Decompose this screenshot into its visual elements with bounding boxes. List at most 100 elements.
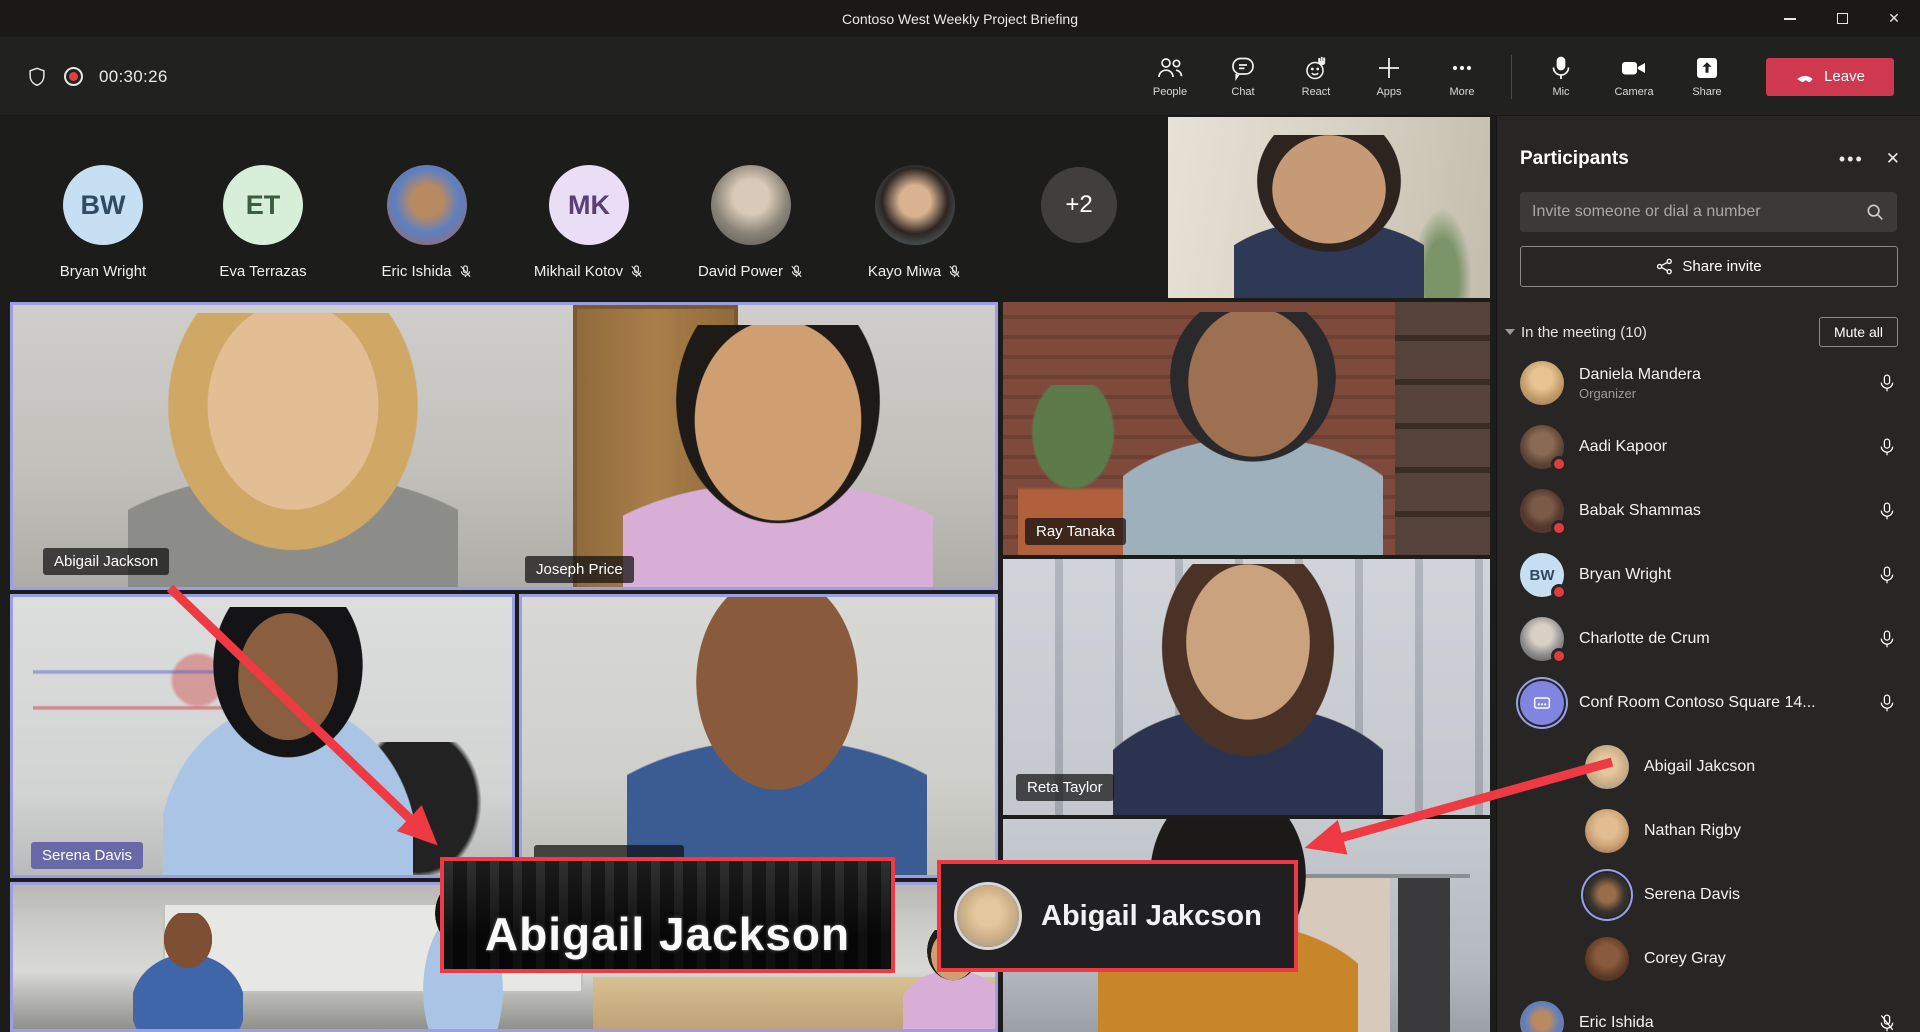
avatar: [875, 165, 955, 245]
close-button[interactable]: ✕: [1868, 0, 1920, 37]
camera-label: Camera: [1614, 86, 1653, 98]
mic-muted-icon: [458, 264, 473, 279]
meeting-toolbar: 00:30:26 People Chat React Apps More Mic: [0, 37, 1920, 116]
mic-muted-icon: [629, 264, 644, 279]
chat-label: Chat: [1231, 86, 1254, 98]
invite-search-box[interactable]: [1520, 192, 1897, 232]
strip-participant-kayo-miwa[interactable]: Kayo Miwa: [835, 165, 995, 280]
shield-icon: [26, 65, 48, 89]
video-tile-ray-tanaka[interactable]: Ray Tanaka: [1003, 302, 1490, 555]
strip-participant-david-power[interactable]: David Power: [671, 165, 831, 280]
participant-name: Daniela Mandera: [1579, 366, 1701, 383]
video-tile-man-blue-shirt[interactable]: [519, 594, 998, 878]
mic-label: Mic: [1552, 86, 1569, 98]
strip-participant-mikhail-kotov[interactable]: MK Mikhail Kotov: [509, 165, 669, 280]
mute-all-button[interactable]: Mute all: [1819, 317, 1898, 347]
participant-row-babak-shammas[interactable]: Babak Shammas: [1497, 479, 1920, 543]
participants-panel: Participants ••• ✕ Share invite In the m…: [1496, 116, 1920, 1032]
callout-avatar: [957, 885, 1019, 947]
maximize-button[interactable]: [1816, 0, 1868, 37]
panel-close-icon[interactable]: ✕: [1886, 149, 1900, 169]
chat-button[interactable]: Chat: [1211, 55, 1275, 98]
panel-more-options-icon[interactable]: •••: [1839, 149, 1864, 170]
maximize-icon: [1837, 13, 1848, 24]
participants-list: Daniela Mandera Organizer Aadi Kapoor Ba…: [1497, 351, 1920, 1032]
apps-button[interactable]: Apps: [1357, 55, 1421, 98]
leave-label: Leave: [1824, 68, 1865, 85]
share-icon: [1694, 55, 1720, 81]
minimize-button[interactable]: [1764, 0, 1816, 37]
mic-muted-icon[interactable]: [1878, 1012, 1896, 1032]
participant-row-bryan-wright[interactable]: BW Bryan Wright: [1497, 543, 1920, 607]
participant-row-conf-room[interactable]: Conf Room Contoso Square 14...: [1497, 671, 1920, 735]
mic-icon[interactable]: [1878, 564, 1896, 586]
participant-name: Corey Gray: [1644, 950, 1726, 967]
more-button[interactable]: More: [1430, 55, 1494, 98]
participant-row-charlotte-de-crum[interactable]: Charlotte de Crum: [1497, 607, 1920, 671]
leave-button[interactable]: Leave: [1766, 58, 1894, 96]
avatar: [1520, 361, 1564, 405]
avatar: [1520, 1001, 1564, 1032]
conf-room-icon: [1520, 681, 1564, 725]
window-controls: ✕: [1764, 0, 1920, 37]
strip-name: Kayo Miwa: [868, 263, 941, 280]
share-button[interactable]: Share: [1675, 55, 1739, 98]
person-silhouette: [627, 594, 927, 878]
callout-video-label-text: Abigail Jackson: [485, 907, 850, 961]
video-tile-conf-room-closeup[interactable]: Abigail Jackson Joseph Price: [10, 302, 998, 590]
minimize-icon: [1784, 18, 1796, 20]
mic-icon[interactable]: [1878, 628, 1896, 650]
avatar: BW: [63, 165, 143, 245]
people-label: People: [1153, 86, 1187, 98]
chat-icon: [1230, 55, 1256, 81]
participant-role: Organizer: [1579, 386, 1861, 401]
person-silhouette-abigail: [128, 313, 458, 590]
participant-name: Bryan Wright: [1579, 566, 1671, 583]
strip-participant-bryan-wright[interactable]: BW Bryan Wright: [23, 165, 183, 280]
participant-row-aadi-kapoor[interactable]: Aadi Kapoor: [1497, 415, 1920, 479]
share-invite-button[interactable]: Share invite: [1520, 246, 1898, 287]
close-icon: ✕: [1888, 10, 1900, 27]
react-button[interactable]: React: [1284, 55, 1348, 98]
participant-row-serena-davis[interactable]: Serena Davis: [1497, 863, 1920, 927]
strip-participant-eva-terrazas[interactable]: ET Eva Terrazas: [183, 165, 343, 280]
mic-icon[interactable]: [1878, 436, 1896, 458]
presence-busy-dot: [1551, 520, 1567, 536]
in-meeting-count: In the meeting (10): [1521, 324, 1819, 341]
recording-icon: [64, 67, 83, 86]
participant-name: Aadi Kapoor: [1579, 438, 1667, 455]
participant-name: Serena Davis: [1644, 886, 1740, 903]
people-button[interactable]: People: [1138, 55, 1202, 98]
strip-participant-eric-ishida[interactable]: Eric Ishida: [347, 165, 507, 280]
callout-roster-label-text: Abigail Jakcson: [1041, 900, 1262, 933]
avatar: [1585, 745, 1629, 789]
mic-muted-icon: [789, 264, 804, 279]
in-meeting-section-header[interactable]: In the meeting (10) Mute all: [1497, 317, 1920, 347]
video-tile-reta-taylor[interactable]: Reta Taylor: [1003, 559, 1490, 815]
invite-search-input[interactable]: [1532, 203, 1865, 221]
meeting-timer: 00:30:26: [99, 67, 168, 87]
avatar: [1585, 809, 1629, 853]
toolbar-divider: [1511, 55, 1512, 99]
overflow-participants-badge[interactable]: +2: [1041, 167, 1117, 243]
video-tile-unlabeled-woman[interactable]: [1168, 117, 1490, 298]
participant-row-daniela-mandera[interactable]: Daniela Mandera Organizer: [1497, 351, 1920, 415]
mic-icon[interactable]: [1878, 692, 1896, 714]
mic-icon[interactable]: [1878, 372, 1896, 394]
video-name-label-serena-davis: Serena Davis: [31, 842, 143, 869]
participant-name: Conf Room Contoso Square 14...: [1579, 694, 1816, 711]
video-tile-serena-davis[interactable]: Serena Davis: [10, 594, 515, 878]
avatar: [387, 165, 467, 245]
people-icon: [1156, 55, 1184, 81]
video-name-label-reta-taylor: Reta Taylor: [1016, 774, 1114, 801]
participant-row-abigail-jakcson[interactable]: Abigail Jakcson: [1497, 735, 1920, 799]
person-silhouette-ray: [1123, 312, 1383, 555]
camera-button[interactable]: Camera: [1602, 55, 1666, 98]
participant-row-corey-gray[interactable]: Corey Gray: [1497, 927, 1920, 991]
mic-icon[interactable]: [1878, 500, 1896, 522]
participant-row-eric-ishida[interactable]: Eric Ishida: [1497, 991, 1920, 1032]
participant-row-nathan-rigby[interactable]: Nathan Rigby: [1497, 799, 1920, 863]
mic-button[interactable]: Mic: [1529, 55, 1593, 98]
participants-panel-title: Participants: [1520, 148, 1839, 170]
participant-name: Babak Shammas: [1579, 502, 1701, 519]
